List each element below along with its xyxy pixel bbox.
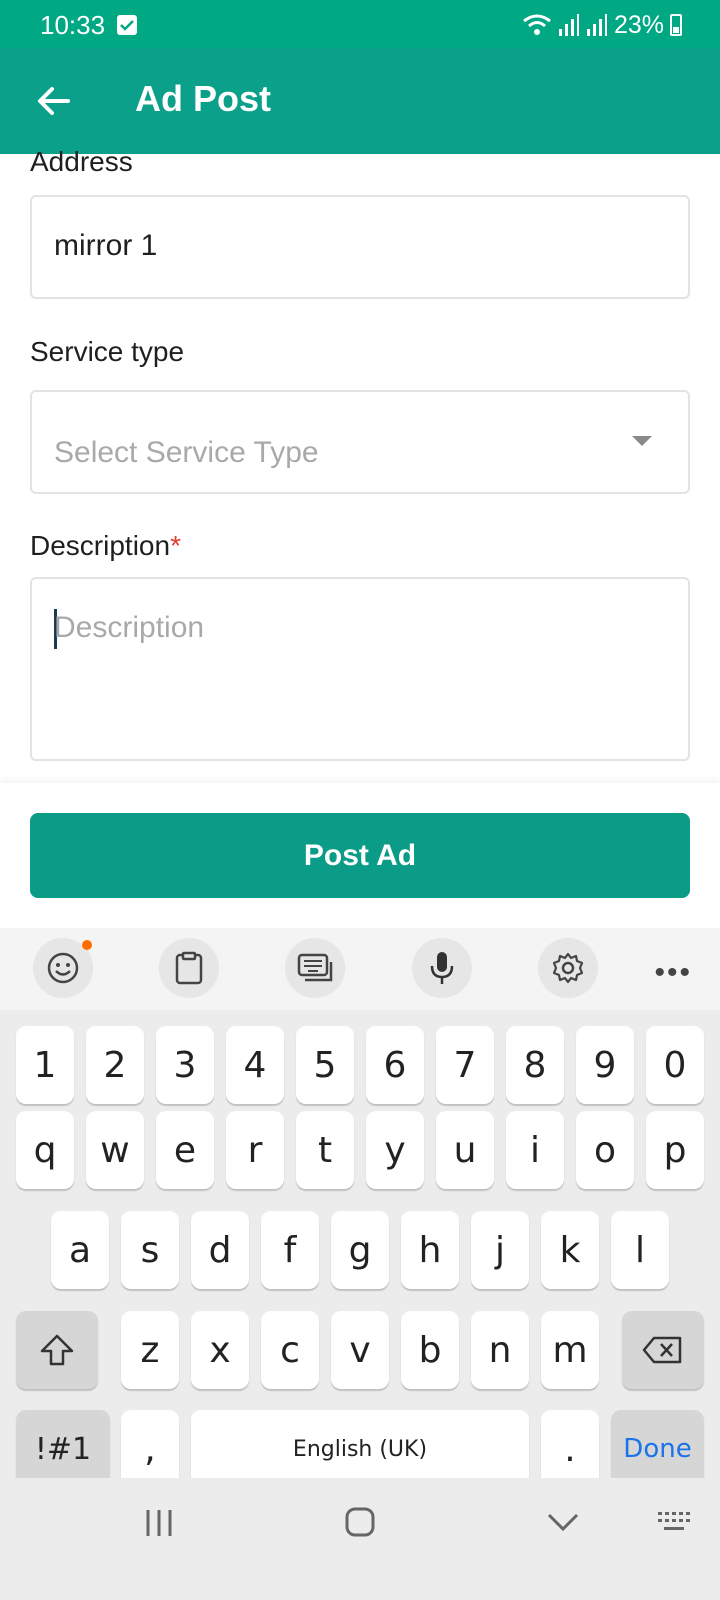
required-asterisk: *	[170, 530, 181, 561]
emoji-icon	[47, 952, 79, 984]
key-a[interactable]: a	[51, 1211, 109, 1289]
service-type-placeholder: Select Service Type	[54, 436, 319, 469]
signal-icon-2	[586, 14, 607, 36]
symbols-key[interactable]: !#1	[16, 1410, 110, 1488]
service-type-label: Service type	[30, 336, 185, 367]
dropdown-arrow-icon	[632, 436, 652, 446]
clipboard-button[interactable]	[159, 938, 219, 998]
battery-percentage: 23%	[613, 10, 664, 39]
key-5[interactable]: 5	[296, 1026, 354, 1104]
key-7[interactable]: 7	[436, 1026, 494, 1104]
system-navigation-bar	[0, 1478, 720, 1600]
gear-icon	[552, 952, 584, 984]
key-q[interactable]: q	[16, 1111, 74, 1189]
key-d[interactable]: d	[191, 1211, 249, 1289]
shift-key[interactable]	[16, 1311, 98, 1389]
status-time: 10:33	[40, 10, 106, 40]
backspace-key[interactable]	[622, 1311, 704, 1389]
description-label: Description*	[30, 530, 181, 562]
key-f[interactable]: f	[261, 1211, 319, 1289]
key-g[interactable]: g	[331, 1211, 389, 1289]
settings-button[interactable]	[538, 938, 598, 998]
key-p[interactable]: p	[646, 1111, 704, 1189]
description-placeholder: Description	[54, 611, 205, 644]
battery-icon	[670, 14, 682, 36]
backspace-icon	[642, 1336, 682, 1364]
key-x[interactable]: x	[191, 1311, 249, 1389]
key-l[interactable]: l	[611, 1211, 669, 1289]
clipboard-icon	[175, 951, 203, 985]
key-w[interactable]: w	[86, 1111, 144, 1189]
back-chevron-icon[interactable]	[546, 1512, 580, 1534]
app-bar: Ad Post	[0, 48, 720, 154]
key-z[interactable]: z	[121, 1311, 179, 1389]
description-field[interactable]: Description	[30, 577, 690, 761]
space-key[interactable]: English (UK)	[191, 1410, 529, 1488]
description-label-text: Description	[30, 530, 171, 561]
keyboard-hide-icon[interactable]	[656, 1510, 694, 1536]
home-icon[interactable]	[344, 1506, 376, 1538]
key-k[interactable]: k	[541, 1211, 599, 1289]
voice-input-button[interactable]	[412, 938, 472, 998]
key-s[interactable]: s	[121, 1211, 179, 1289]
key-9[interactable]: 9	[576, 1026, 634, 1104]
status-bar: 10:33 23%	[0, 0, 720, 48]
key-v[interactable]: v	[331, 1311, 389, 1389]
key-u[interactable]: u	[436, 1111, 494, 1189]
wifi-icon	[523, 14, 551, 35]
key-j[interactable]: j	[471, 1211, 529, 1289]
address-label: Address	[30, 146, 133, 177]
period-key[interactable]: .	[541, 1410, 599, 1488]
signal-icon	[558, 14, 579, 36]
recent-apps-icon[interactable]	[144, 1508, 174, 1538]
key-6[interactable]: 6	[366, 1026, 424, 1104]
key-b[interactable]: b	[401, 1311, 459, 1389]
notification-dot	[82, 940, 92, 950]
key-3[interactable]: 3	[156, 1026, 214, 1104]
shift-arrow-icon	[40, 1334, 74, 1366]
address-field[interactable]: mirror 1	[30, 195, 690, 299]
key-h[interactable]: h	[401, 1211, 459, 1289]
comma-key[interactable]: ,	[121, 1410, 179, 1488]
status-right: 23%	[522, 10, 682, 40]
service-type-dropdown[interactable]: Select Service Type	[30, 390, 690, 494]
key-4[interactable]: 4	[226, 1026, 284, 1104]
post-ad-button[interactable]: Post Ad	[30, 813, 690, 898]
page-title: Ad Post	[135, 78, 272, 119]
more-options-icon[interactable]: •••	[654, 956, 692, 990]
microphone-icon	[430, 952, 454, 984]
keyboard-layout-icon	[297, 953, 333, 982]
key-1[interactable]: 1	[16, 1026, 74, 1104]
keyboard-mode-button[interactable]	[285, 938, 345, 998]
key-r[interactable]: r	[226, 1111, 284, 1189]
key-i[interactable]: i	[506, 1111, 564, 1189]
key-n[interactable]: n	[471, 1311, 529, 1389]
address-value: mirror 1	[54, 229, 158, 262]
back-arrow-icon[interactable]	[34, 81, 74, 121]
checkbox-notification-icon	[117, 15, 137, 35]
key-m[interactable]: m	[541, 1311, 599, 1389]
keyboard-toolbar: •••	[0, 928, 720, 1010]
key-e[interactable]: e	[156, 1111, 214, 1189]
key-t[interactable]: t	[296, 1111, 354, 1189]
key-0[interactable]: 0	[646, 1026, 704, 1104]
key-o[interactable]: o	[576, 1111, 634, 1189]
key-8[interactable]: 8	[506, 1026, 564, 1104]
key-c[interactable]: c	[261, 1311, 319, 1389]
key-y[interactable]: y	[366, 1111, 424, 1189]
done-key[interactable]: Done	[611, 1410, 704, 1488]
key-2[interactable]: 2	[86, 1026, 144, 1104]
